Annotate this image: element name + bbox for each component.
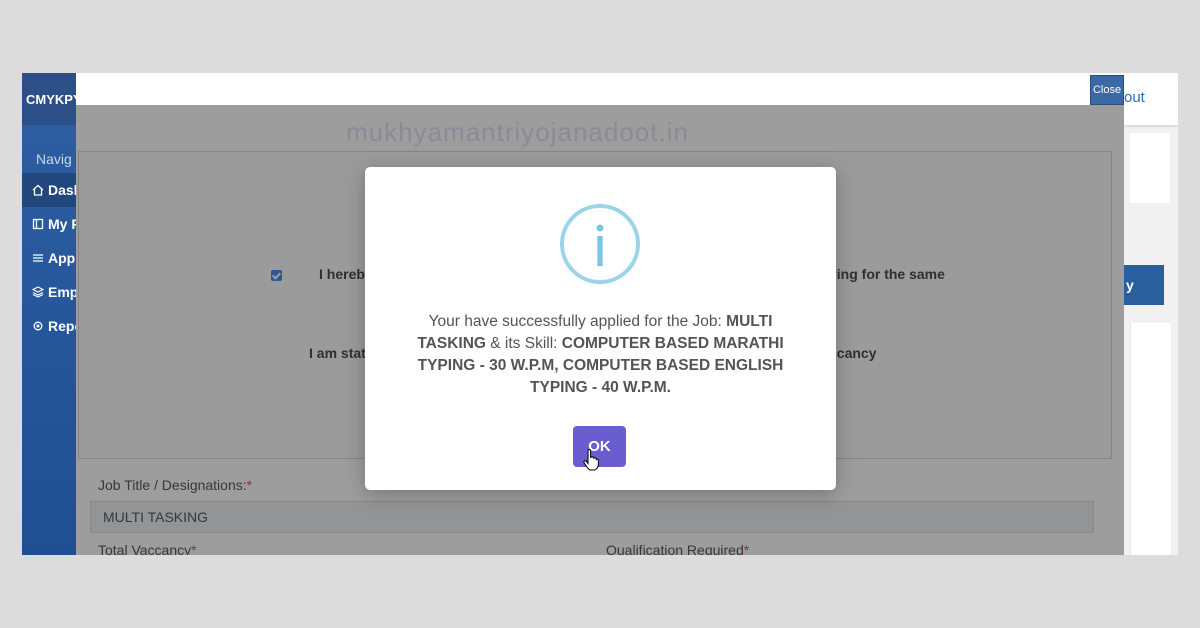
background-table	[1130, 323, 1171, 555]
message-prefix: Your have successfully applied for the J…	[428, 313, 727, 330]
top-bar: out	[1124, 73, 1178, 125]
sidebar-item-label: Appl	[48, 250, 80, 266]
hand-cursor-icon	[583, 449, 599, 471]
book-icon	[32, 218, 44, 230]
background-card	[1130, 133, 1170, 203]
logout-link[interactable]: out	[1124, 89, 1145, 106]
ok-button[interactable]: OK	[573, 426, 626, 467]
list-icon	[33, 254, 43, 262]
dialog-message: Your have successfully applied for the J…	[395, 311, 806, 399]
cog-icon	[33, 321, 43, 331]
sidebar-item-label: Emp	[48, 284, 79, 300]
info-icon	[560, 204, 640, 284]
layers-icon	[32, 286, 44, 298]
app-screen: CMYKPY Navig Dash My P Appl Emp Repo out…	[22, 73, 1178, 555]
message-middle: & its Skill:	[485, 335, 562, 352]
modal-header: Close	[76, 73, 1124, 105]
success-dialog: Your have successfully applied for the J…	[365, 167, 836, 490]
home-icon	[32, 184, 44, 196]
close-button[interactable]: Close	[1090, 75, 1124, 105]
apply-button[interactable]: y	[1124, 265, 1164, 305]
background-panel: out y	[1124, 73, 1178, 555]
